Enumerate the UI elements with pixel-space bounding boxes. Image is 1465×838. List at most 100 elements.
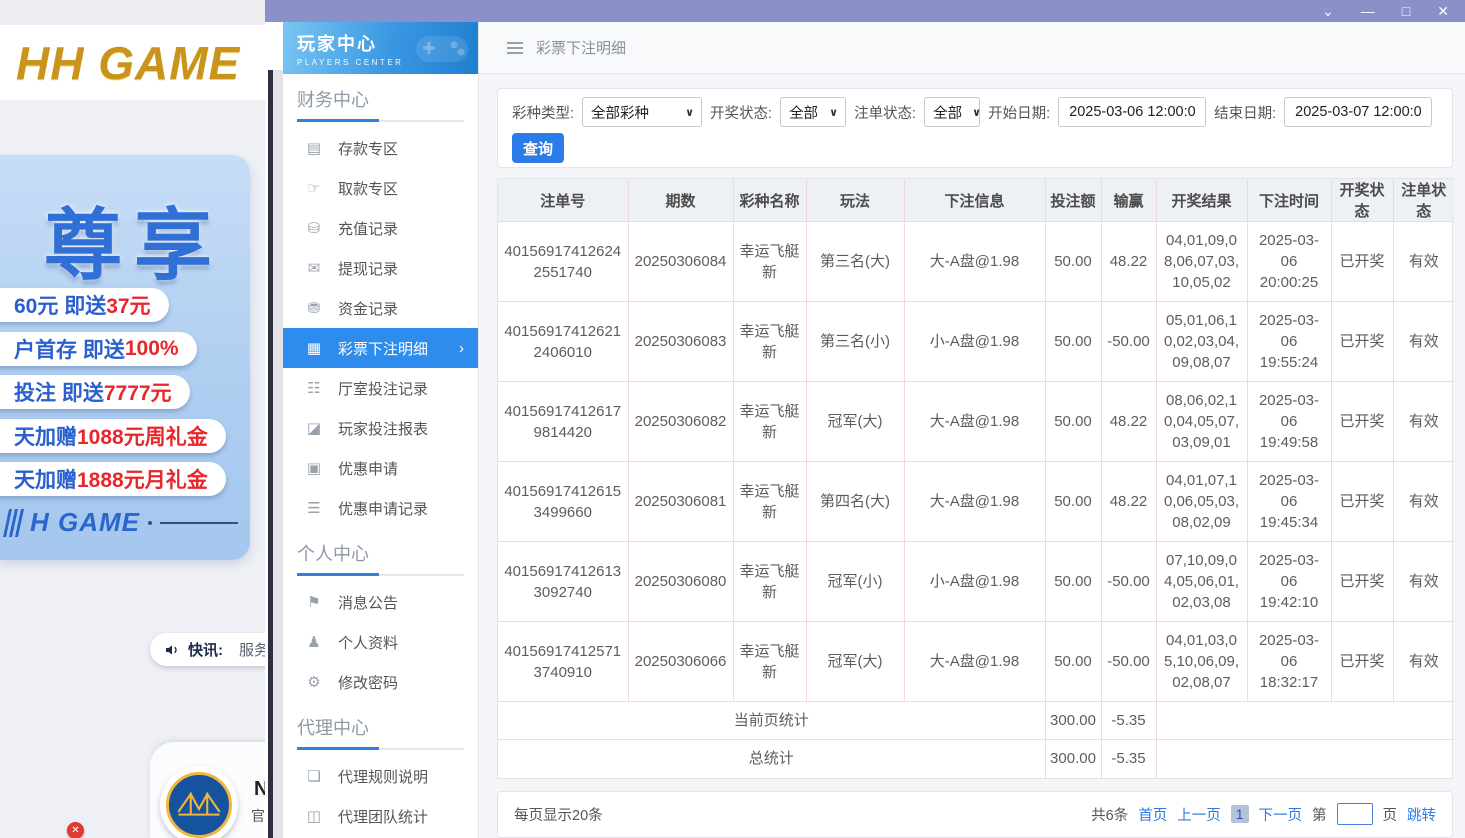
sidebar-item-messages[interactable]: ⚑ 消息公告 xyxy=(283,582,478,622)
withdraw-hand-icon: ☞ xyxy=(305,179,323,197)
summary-empty xyxy=(1156,702,1454,740)
window-maximize-button[interactable]: □ xyxy=(1402,4,1410,18)
sidebar-item-change-password[interactable]: ⚙ 修改密码 xyxy=(283,662,478,702)
cell-bet-info: 大-A盘@1.98 xyxy=(904,462,1045,542)
bridge-logo-icon xyxy=(166,772,232,838)
close-popup-button[interactable]: ✕ xyxy=(67,822,84,838)
page-jump-input[interactable] xyxy=(1337,803,1373,825)
cell-order-status: 有效 xyxy=(1393,462,1454,542)
sidebar-section-title: 财务中心 xyxy=(297,86,464,112)
cell-lottery-name: 幸运飞艇新 xyxy=(733,382,806,462)
search-button[interactable]: 查询 xyxy=(512,133,564,163)
bets-table: 注单号期数彩种名称玩法下注信息投注额输赢开奖结果下注时间开奖状态注单状态 401… xyxy=(498,179,1454,778)
cell-order-no: 401569174125713740910 xyxy=(498,622,628,702)
column-header: 期数 xyxy=(628,179,733,222)
start-date-input[interactable] xyxy=(1058,97,1206,127)
sidebar-item-agent-rules[interactable]: ❏代理规则说明 xyxy=(283,756,478,796)
sidebar-item-recharge-records[interactable]: ⛁充值记录 xyxy=(283,208,478,248)
current-page-indicator[interactable]: 1 xyxy=(1231,805,1249,823)
sidebar-item-profile[interactable]: ♟个人资料 xyxy=(283,622,478,662)
promo-apply-record-icon: ☰ xyxy=(305,499,323,517)
cell-bet-amount: 50.00 xyxy=(1045,302,1101,382)
chevron-down-icon: ∨ xyxy=(685,106,694,119)
team-text-line2: 官 xyxy=(251,806,265,826)
promo-pill: 户首存 即送100% xyxy=(0,332,197,366)
cell-play-type: 冠军(大) xyxy=(806,622,904,702)
cell-play-type: 第四名(大) xyxy=(806,462,904,542)
cell-draw-result: 05,01,06,10,02,03,04,09,08,07 xyxy=(1156,302,1247,382)
cell-draw-result: 04,01,09,08,06,07,03,10,05,02 xyxy=(1156,222,1247,302)
sidebar-item-promo-apply-records[interactable]: ☰优惠申请记录 xyxy=(283,488,478,528)
cell-order-status: 有效 xyxy=(1393,302,1454,382)
lottery-bet-detail-icon: ▦ xyxy=(305,339,323,357)
announcement-bell-icon: ⚑ xyxy=(305,593,323,611)
sidebar-item-funds-records[interactable]: ⛃资金记录 xyxy=(283,288,478,328)
sidebar-item-lottery-bet-details[interactable]: ▦彩票下注明细› xyxy=(283,328,478,368)
sidebar-item-label: 厅室投注记录 xyxy=(338,378,428,399)
summary-row: 当前页统计300.00-5.35 xyxy=(498,702,1454,740)
hall-bet-record-icon: ☷ xyxy=(305,379,323,397)
column-header: 投注额 xyxy=(1045,179,1101,222)
jump-action-link[interactable]: 跳转 xyxy=(1407,804,1436,825)
sidebar-item-label: 个人资料 xyxy=(338,632,398,653)
cell-period: 20250306083 xyxy=(628,302,733,382)
promo-pill-text: 天加赠 xyxy=(14,464,77,494)
window-close-button[interactable]: ✕ xyxy=(1437,4,1449,18)
order-status-select[interactable]: 全部 ∨ xyxy=(924,97,980,127)
sidebar-header: 玩家中心 PLAYERS CENTER xyxy=(283,22,478,74)
sidebar-item-hall-bet-records[interactable]: ☷ 厅室投注记录 xyxy=(283,368,478,408)
page-size-text: 每页显示20条 xyxy=(514,804,603,825)
window-titlebar: ⌄ — □ ✕ xyxy=(265,0,1465,22)
sidebar-item-player-bet-report[interactable]: ◪玩家投注报表 xyxy=(283,408,478,448)
cell-lottery-name: 幸运飞艇新 xyxy=(733,542,806,622)
sidebar-item-label: 取款专区 xyxy=(338,178,398,199)
end-date-input[interactable] xyxy=(1284,97,1432,127)
promo-pill: 天加赠1888元月礼金 xyxy=(0,462,226,496)
site-logo-bar: HH GAME xyxy=(0,25,265,100)
main-content: 彩票下注明细 彩种类型: 全部彩种 ∨ 开奖状态: 全部 ∨ 注单状态: 全部 … xyxy=(479,22,1465,838)
gamepad-icon xyxy=(414,30,470,66)
sidebar-item-label: 修改密码 xyxy=(338,672,398,693)
sidebar-item-label: 代理团队统计 xyxy=(338,806,428,827)
sidebar-item-label: 消息公告 xyxy=(338,592,398,613)
promo-pill-text: 1888元月礼金 xyxy=(77,464,208,494)
change-password-gear-icon: ⚙ xyxy=(305,673,323,691)
promo-headline: 尊享 xyxy=(44,183,224,295)
cell-order-no: 401569174126153499660 xyxy=(498,462,628,542)
table-row: 40156917412624255174020250306084幸运飞艇新第三名… xyxy=(498,222,1454,302)
lottery-type-select[interactable]: 全部彩种 ∨ xyxy=(582,97,702,127)
promo-pill-text: 37元 xyxy=(106,290,150,320)
sidebar-item-agent-team-stats[interactable]: ◫ 代理团队统计 xyxy=(283,796,478,836)
sidebar-item-label: 充值记录 xyxy=(338,218,398,239)
table-row: 40156917412617981442020250306082幸运飞艇新冠军(… xyxy=(498,382,1454,462)
cell-bet-amount: 50.00 xyxy=(1045,622,1101,702)
cell-draw-result: 08,06,02,10,04,05,07,03,09,01 xyxy=(1156,382,1247,462)
column-header: 注单状态 xyxy=(1393,179,1454,222)
cell-win-loss: 48.22 xyxy=(1101,382,1156,462)
prev-page-link[interactable]: 上一页 xyxy=(1177,804,1221,825)
sidebar-item-withdrawal-records[interactable]: ✉提现记录 xyxy=(283,248,478,288)
agent-team-stats-icon: ◫ xyxy=(305,807,323,825)
window-minimize-button[interactable]: — xyxy=(1361,4,1375,18)
sidebar-item-deposit-zone[interactable]: ▤存款专区 xyxy=(283,128,478,168)
next-page-link[interactable]: 下一页 xyxy=(1259,804,1303,825)
page-title: 彩票下注明细 xyxy=(536,37,626,58)
cell-order-no: 401569174126179814420 xyxy=(498,382,628,462)
background-top-strip xyxy=(0,0,265,25)
sidebar-item-withdraw-zone[interactable]: ☞ 取款专区 xyxy=(283,168,478,208)
sidebar-item-label: 提现记录 xyxy=(338,258,398,279)
cell-bet-info: 小-A盘@1.98 xyxy=(904,542,1045,622)
funds-wallet-icon: ⛃ xyxy=(305,299,323,317)
window-collapse-button[interactable]: ⌄ xyxy=(1322,4,1334,18)
chevron-down-icon: ∨ xyxy=(829,106,838,119)
cell-bet-info: 大-A盘@1.98 xyxy=(904,222,1045,302)
first-page-link[interactable]: 首页 xyxy=(1138,804,1167,825)
draw-status-select[interactable]: 全部 ∨ xyxy=(780,97,846,127)
cell-win-loss: 48.22 xyxy=(1101,222,1156,302)
sidebar-item-promo-apply[interactable]: ▣优惠申请 xyxy=(283,448,478,488)
cell-bet-time: 2025-03-06 18:32:17 xyxy=(1247,622,1331,702)
menu-toggle-icon[interactable] xyxy=(507,42,523,54)
section-underline xyxy=(297,748,464,750)
line-decoration xyxy=(160,522,238,524)
cell-draw-status: 已开奖 xyxy=(1331,382,1393,462)
